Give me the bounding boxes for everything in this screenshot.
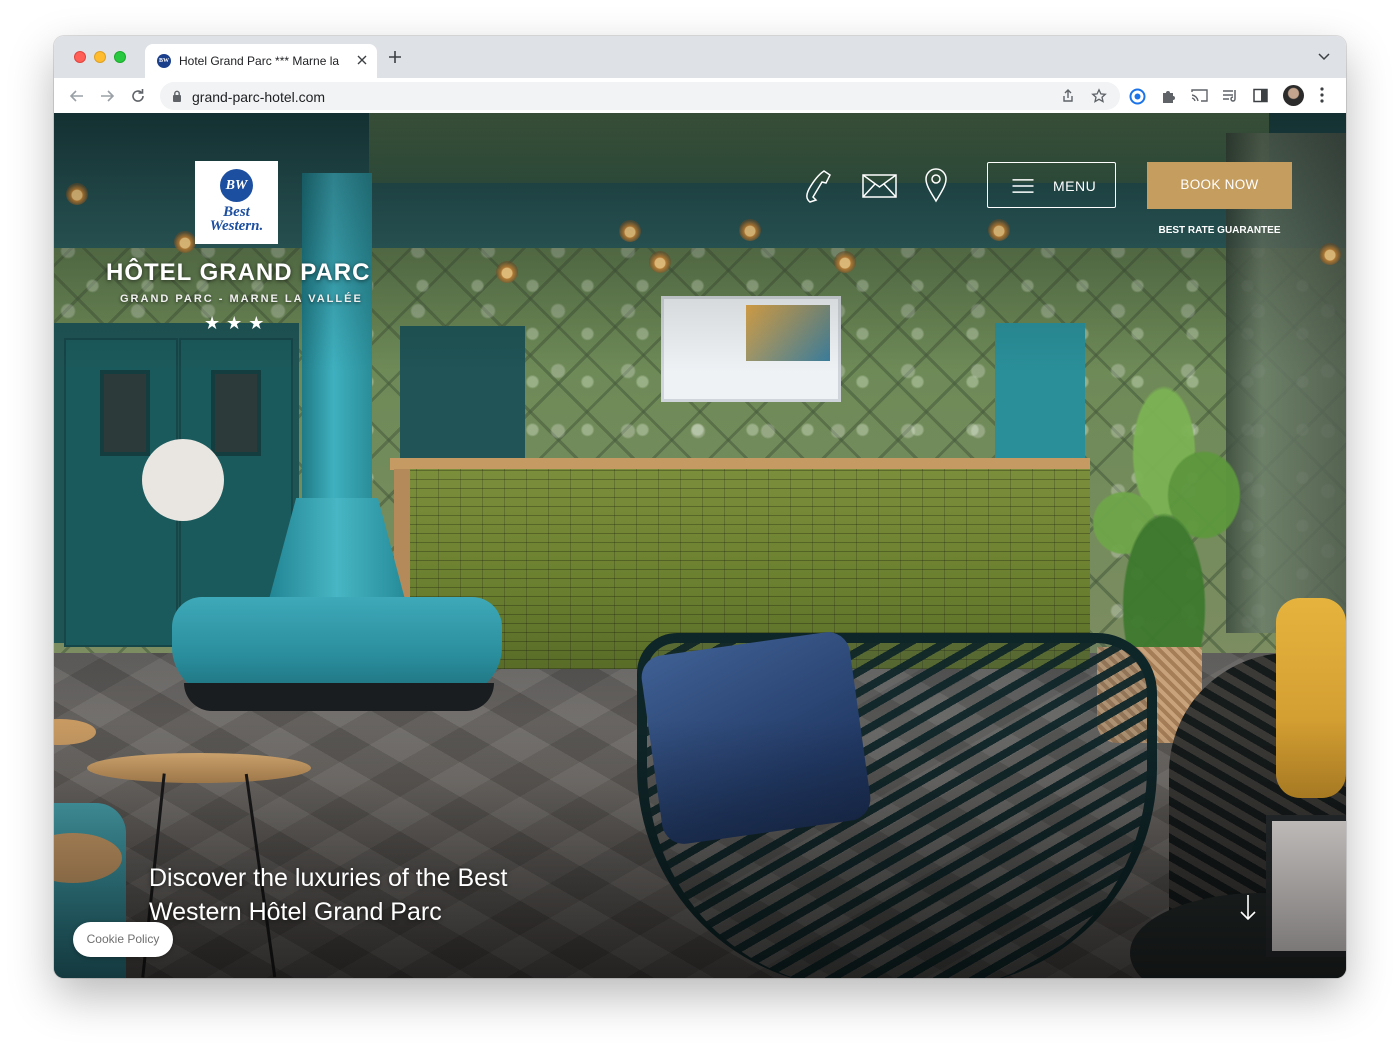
book-now-button[interactable]: BOOK NOW — [1147, 162, 1292, 209]
menu-label: MENU — [1053, 178, 1097, 194]
browser-window: BW Hotel Grand Parc *** Marne la grand-p… — [54, 36, 1346, 978]
favicon-icon: BW — [157, 54, 171, 68]
forward-button[interactable] — [96, 85, 118, 107]
share-icon[interactable] — [1060, 88, 1076, 104]
forward-icon — [101, 90, 115, 102]
map-pin-icon[interactable] — [924, 167, 948, 203]
hotel-name: HÔTEL GRAND PARC — [106, 259, 371, 286]
close-icon — [357, 55, 367, 65]
browser-tab[interactable]: BW Hotel Grand Parc *** Marne la — [145, 44, 377, 78]
menu-button[interactable]: MENU — [987, 162, 1116, 208]
reload-icon — [132, 89, 144, 102]
puzzle-icon[interactable] — [1160, 88, 1176, 104]
tab-search-button[interactable] — [1318, 48, 1330, 66]
hamburger-icon — [1012, 179, 1034, 193]
reload-button[interactable] — [127, 85, 149, 107]
phone-icon[interactable] — [804, 169, 836, 203]
cast-icon[interactable] — [1191, 88, 1208, 103]
tab-strip: BW Hotel Grand Parc *** Marne la — [54, 36, 1346, 78]
address-bar[interactable]: grand-parc-hotel.com — [160, 82, 1120, 110]
new-tab-icon — [389, 51, 401, 63]
book-now-label: BOOK NOW — [1180, 177, 1259, 192]
best-rate-guarantee[interactable]: BEST RATE GUARANTEE — [1147, 225, 1292, 236]
url-text: grand-parc-hotel.com — [192, 89, 326, 105]
zoom-window-button[interactable] — [114, 51, 126, 63]
cookie-policy-label: Cookie Policy — [86, 932, 160, 946]
scroll-down-arrow-icon[interactable] — [1238, 893, 1258, 923]
tab-close-button[interactable] — [357, 51, 367, 70]
logo-text-line2: Western. — [209, 218, 264, 234]
new-tab-button[interactable] — [388, 46, 402, 68]
hero-headline: Discover the luxuries of the Best Wester… — [149, 864, 508, 926]
mail-icon[interactable] — [862, 174, 897, 198]
side-panel-icon[interactable] — [1253, 88, 1268, 103]
hotel-subtitle: GRAND PARC - MARNE LA VALLÉE — [120, 293, 363, 305]
hotel-webpage: BW Best Western. HÔTEL GRAND PARC GRAND … — [54, 113, 1346, 978]
reading-list-icon[interactable] — [1222, 88, 1238, 103]
browser-toolbar: grand-parc-hotel.com — [54, 78, 1346, 114]
lock-icon — [173, 90, 181, 102]
more-menu-icon[interactable] — [1320, 87, 1324, 103]
tab-list-icon — [1318, 53, 1330, 61]
bookmark-star-icon[interactable] — [1091, 88, 1107, 104]
extension-icon[interactable] — [1129, 88, 1146, 105]
back-icon — [69, 90, 83, 102]
logo-monogram: BW — [220, 169, 253, 202]
cookie-policy-button[interactable]: Cookie Policy — [73, 922, 173, 957]
best-western-logo[interactable]: BW Best Western. — [195, 161, 278, 244]
back-button[interactable] — [66, 85, 88, 107]
tab-title: Hotel Grand Parc *** Marne la — [179, 54, 340, 68]
minimize-window-button[interactable] — [94, 51, 106, 63]
close-window-button[interactable] — [74, 51, 86, 63]
star-rating: ★★★ — [204, 313, 271, 333]
profile-avatar[interactable] — [1283, 85, 1304, 106]
